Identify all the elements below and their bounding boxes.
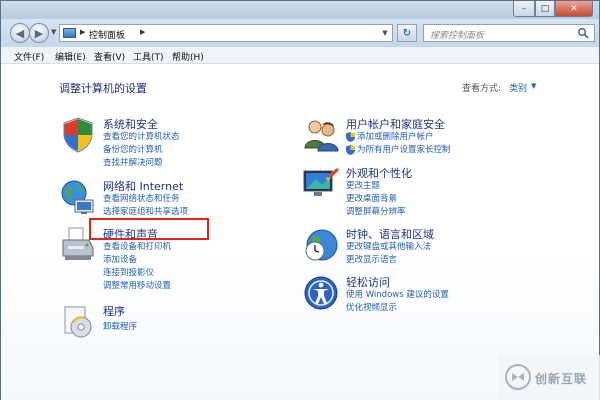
watermark-text: 创新互联 bbox=[535, 372, 588, 386]
category-clock-language-region: 时钟、语言和区域 更改键盘或其他输入法 更改显示语言 bbox=[302, 226, 512, 266]
window-controls: – □ ✕ bbox=[513, 1, 593, 17]
menu-edit[interactable]: 编辑(E) bbox=[55, 50, 86, 63]
navigation-bar: ◀ ▶ ▼ ▶ 控制面板 ▶ ▼ ↻ 搜索控制面板 bbox=[1, 19, 599, 47]
link-backup-computer[interactable]: 备份您的计算机 bbox=[103, 143, 163, 155]
link-view-computer-status[interactable]: 查看您的计算机状态 bbox=[103, 130, 180, 142]
category-programs: 程序 卸载程序 bbox=[59, 303, 259, 338]
link-keyboard-input[interactable]: 更改键盘或其他输入法 bbox=[346, 240, 431, 252]
menu-bar: 文件(F) 编辑(E) 查看(V) 工具(T) 帮助(H) bbox=[1, 47, 599, 64]
category-appearance: 外观和个性化 更改主题 更改桌面背景 调整屏幕分辨率 bbox=[302, 165, 512, 217]
address-bar[interactable]: ▶ 控制面板 ▶ ▼ bbox=[59, 24, 393, 42]
link-view-network-status[interactable]: 查看网络状态和任务 bbox=[103, 192, 180, 204]
forward-button[interactable]: ▶ bbox=[29, 23, 49, 43]
recent-pages-dropdown-icon[interactable]: ▼ bbox=[51, 28, 56, 36]
category-title[interactable]: 程序 bbox=[103, 303, 125, 319]
close-button[interactable]: ✕ bbox=[555, 1, 593, 17]
menu-tools[interactable]: 工具(T) bbox=[133, 50, 164, 63]
category-system-security: 系统和安全 查看您的计算机状态 备份您的计算机 查找并解决问题 bbox=[59, 116, 259, 168]
search-input[interactable]: 搜索控制面板 bbox=[423, 24, 595, 42]
link-optimize-visual-display[interactable]: 优化视频显示 bbox=[346, 301, 397, 313]
watermark-logo-icon bbox=[505, 364, 531, 390]
monitor-paint-icon[interactable] bbox=[302, 165, 340, 203]
refresh-button[interactable]: ↻ bbox=[397, 24, 417, 42]
control-panel-window: – □ ✕ ◀ ▶ ▼ ▶ 控制面板 ▶ ▼ ↻ 搜索控制面板 文件(F) 编辑… bbox=[0, 0, 600, 400]
category-network-internet: 网络和 Internet 查看网络状态和任务 选择家庭组和共享选项 bbox=[59, 178, 259, 218]
link-mobility-settings[interactable]: 调整常用移动设置 bbox=[103, 279, 171, 291]
link-view-devices-printers[interactable]: 查看设备和打印机 bbox=[103, 240, 171, 252]
category-ease-of-access: 轻松访问 使用 Windows 建议的设置 优化视频显示 bbox=[302, 274, 512, 314]
link-parental-controls[interactable]: 为所有用户设置家长控制 bbox=[346, 143, 451, 155]
menu-help[interactable]: 帮助(H) bbox=[172, 50, 204, 63]
users-icon[interactable] bbox=[302, 116, 340, 154]
network-globe-icon[interactable] bbox=[59, 178, 97, 216]
program-disc-icon[interactable] bbox=[59, 303, 97, 341]
maximize-button[interactable]: □ bbox=[535, 1, 555, 17]
minimize-button[interactable]: – bbox=[513, 1, 535, 17]
link-find-fix-problems[interactable]: 查找并解决问题 bbox=[103, 156, 163, 168]
breadcrumb-control-panel[interactable]: 控制面板 bbox=[89, 28, 125, 41]
title-bar[interactable]: – □ ✕ bbox=[1, 1, 599, 19]
link-connect-projector[interactable]: 连接到投影仪 bbox=[103, 266, 154, 278]
search-placeholder: 搜索控制面板 bbox=[430, 31, 485, 41]
link-uninstall-program[interactable]: 卸载程序 bbox=[103, 320, 137, 332]
control-panel-icon bbox=[63, 28, 76, 38]
link-desktop-background[interactable]: 更改桌面背景 bbox=[346, 192, 397, 204]
back-button[interactable]: ◀ bbox=[10, 23, 30, 43]
breadcrumb-separator-icon[interactable]: ▶ bbox=[140, 28, 145, 36]
watermark: 创新互联 bbox=[498, 355, 600, 400]
page-title: 调整计算机的设置 bbox=[59, 82, 147, 95]
view-by-dropdown[interactable]: 类别 bbox=[509, 81, 527, 94]
menu-file[interactable]: 文件(F) bbox=[14, 50, 44, 63]
link-add-remove-accounts[interactable]: 添加或删除用户帐户 bbox=[346, 130, 434, 142]
address-history-dropdown-icon[interactable]: ▼ bbox=[378, 25, 392, 41]
link-add-device[interactable]: 添加设备 bbox=[103, 253, 137, 265]
link-change-theme[interactable]: 更改主题 bbox=[346, 179, 380, 191]
annotation-highlight-box bbox=[89, 218, 209, 240]
clock-globe-icon[interactable] bbox=[302, 226, 340, 264]
search-icon[interactable] bbox=[577, 27, 589, 39]
category-user-accounts: 用户帐户和家庭安全 添加或删除用户帐户 为所有用户设置家长控制 bbox=[302, 116, 512, 160]
shield-system-icon[interactable] bbox=[59, 116, 97, 154]
link-screen-resolution[interactable]: 调整屏幕分辨率 bbox=[346, 205, 406, 217]
link-display-language[interactable]: 更改显示语言 bbox=[346, 253, 397, 265]
breadcrumb-separator-icon[interactable]: ▶ bbox=[80, 28, 85, 36]
view-by-label: 查看方式: bbox=[462, 84, 502, 94]
menu-view[interactable]: 查看(V) bbox=[94, 50, 125, 63]
chevron-down-icon[interactable]: ▼ bbox=[531, 82, 536, 90]
accessibility-icon[interactable] bbox=[302, 274, 340, 312]
link-windows-recommended-settings[interactable]: 使用 Windows 建议的设置 bbox=[346, 288, 449, 300]
link-homegroup-sharing[interactable]: 选择家庭组和共享选项 bbox=[103, 205, 188, 217]
